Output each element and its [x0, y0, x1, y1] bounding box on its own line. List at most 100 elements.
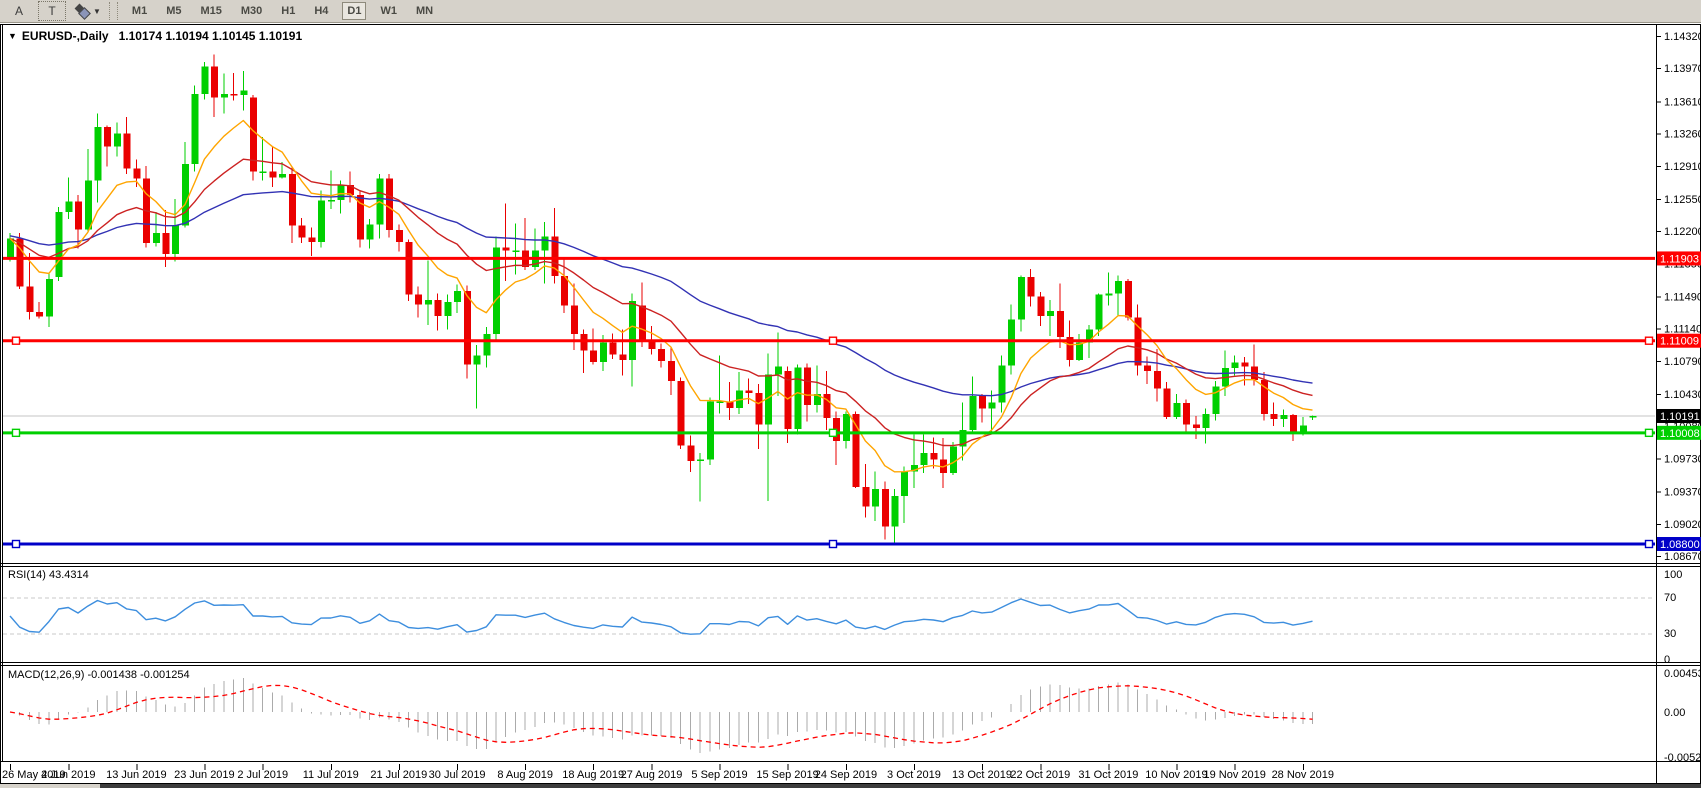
candle-body — [969, 396, 976, 430]
candle-body — [542, 237, 549, 251]
candle-body — [1309, 416, 1316, 418]
time-axis-label: 11 Jul 2019 — [303, 769, 359, 781]
candle-body — [823, 394, 830, 418]
line-handle[interactable] — [830, 429, 837, 436]
line-handle[interactable] — [830, 337, 837, 344]
candle-body — [201, 66, 208, 94]
candle-body — [639, 306, 646, 341]
candle-body — [114, 134, 121, 147]
bid-price-badge-text: 1.10191 — [1660, 411, 1700, 423]
price-line-badge-text: 1.08800 — [1660, 539, 1700, 551]
candle-body — [192, 94, 199, 164]
time-axis-label: 3 Oct 2019 — [887, 769, 941, 781]
candle-body — [1076, 342, 1083, 359]
rsi-axis-label: 100 — [1664, 569, 1682, 581]
candle-body — [1271, 414, 1278, 419]
candle-body — [843, 414, 850, 441]
time-axis-label: 31 Oct 2019 — [1078, 769, 1138, 781]
price-axis-label: 1.08670 — [1664, 551, 1701, 563]
price-axis-label: 1.10790 — [1664, 356, 1701, 368]
price-axis-label: 1.10430 — [1664, 389, 1701, 401]
price-axis-label: 1.12910 — [1664, 161, 1701, 173]
time-axis-label: 15 Sep 2019 — [756, 769, 818, 781]
time-axis-label: 21 Jul 2019 — [370, 769, 427, 781]
price-axis-label: 1.12550 — [1664, 194, 1701, 206]
candle-body — [561, 276, 568, 305]
candle-body — [930, 453, 937, 459]
candle-body — [590, 351, 597, 362]
time-axis-label: 13 Oct 2019 — [952, 769, 1012, 781]
price-axis-label: 1.11490 — [1664, 291, 1701, 303]
time-axis-label: 13 Jun 2019 — [106, 769, 167, 781]
candle-body — [1203, 414, 1210, 428]
candle-body — [153, 233, 160, 243]
price-axis-label: 1.12200 — [1664, 226, 1701, 238]
line-handle[interactable] — [13, 337, 20, 344]
candle-body — [1105, 294, 1112, 296]
candle-body — [182, 164, 189, 226]
candle-body — [133, 169, 140, 179]
candle-body — [882, 489, 889, 527]
candle-body — [367, 225, 374, 240]
candle-body — [425, 300, 432, 305]
time-axis-label: 30 Jul 2019 — [429, 769, 486, 781]
symbol-dropdown-icon[interactable]: ▼ — [8, 31, 17, 41]
candle-body — [794, 367, 801, 429]
symbol-header[interactable]: ▼EURUSD-,Daily1.10174 1.10194 1.10145 1.… — [8, 29, 302, 43]
candle-body — [454, 291, 461, 302]
candle-body — [406, 242, 413, 294]
candle-body — [1125, 281, 1132, 318]
line-handle[interactable] — [1646, 541, 1653, 548]
line-handle[interactable] — [1646, 337, 1653, 344]
price-axis-label: 1.13260 — [1664, 129, 1701, 141]
candle-body — [950, 446, 957, 473]
candle-body — [172, 226, 179, 255]
candle-body — [1154, 371, 1161, 388]
price-axis-label: 1.13610 — [1664, 96, 1701, 108]
candle-body — [94, 127, 101, 180]
candle-body — [1018, 277, 1025, 319]
candle-body — [483, 334, 490, 355]
candle-body — [474, 355, 481, 364]
candle-body — [337, 185, 344, 200]
candle-body — [415, 295, 422, 305]
candle-body — [979, 396, 986, 409]
candle-body — [901, 471, 908, 496]
line-handle[interactable] — [1646, 429, 1653, 436]
candle-body — [75, 202, 82, 230]
candle-body — [775, 366, 782, 374]
candle-body — [989, 402, 996, 408]
chart-canvas[interactable]: 1.14320 1.13970 1.13610 1.13260 1.12910 1.125… — [0, 0, 1701, 788]
rsi-indicator-label: RSI(14) 43.4314 — [8, 569, 89, 581]
candle-body — [678, 381, 685, 445]
price-line-badge-text: 1.11903 — [1660, 253, 1699, 265]
candle-body — [260, 171, 267, 173]
line-handle[interactable] — [13, 429, 20, 436]
candle-body — [687, 446, 694, 462]
time-axis-label: 10 Nov 2019 — [1145, 769, 1207, 781]
candle-body — [1115, 281, 1122, 294]
line-handle[interactable] — [830, 541, 837, 548]
candle-body — [1028, 277, 1035, 296]
price-line-badge-text: 1.11009 — [1660, 336, 1699, 348]
candle-body — [318, 201, 325, 242]
line-handle[interactable] — [13, 541, 20, 548]
candle-body — [1008, 319, 1015, 365]
time-axis-label: 4 Jun 2019 — [41, 769, 95, 781]
candle-body — [221, 94, 228, 98]
candle-body — [464, 291, 471, 365]
candle-body — [1096, 295, 1103, 330]
price-axis-label: 1.09730 — [1664, 453, 1701, 465]
candle-body — [493, 248, 500, 335]
candle-body — [1164, 388, 1171, 417]
rsi-axis-label: 0 — [1664, 654, 1670, 666]
candle-body — [804, 367, 811, 405]
price-axis-label: 1.14320 — [1664, 31, 1701, 43]
price-axis-label: 1.13970 — [1664, 63, 1701, 75]
candle-body — [435, 300, 442, 316]
candle-body — [892, 496, 899, 526]
candle-body — [1173, 403, 1180, 417]
macd-axis-label: 0.004536 — [1664, 668, 1701, 680]
candle-body — [289, 174, 296, 226]
candle-body — [1232, 363, 1239, 369]
